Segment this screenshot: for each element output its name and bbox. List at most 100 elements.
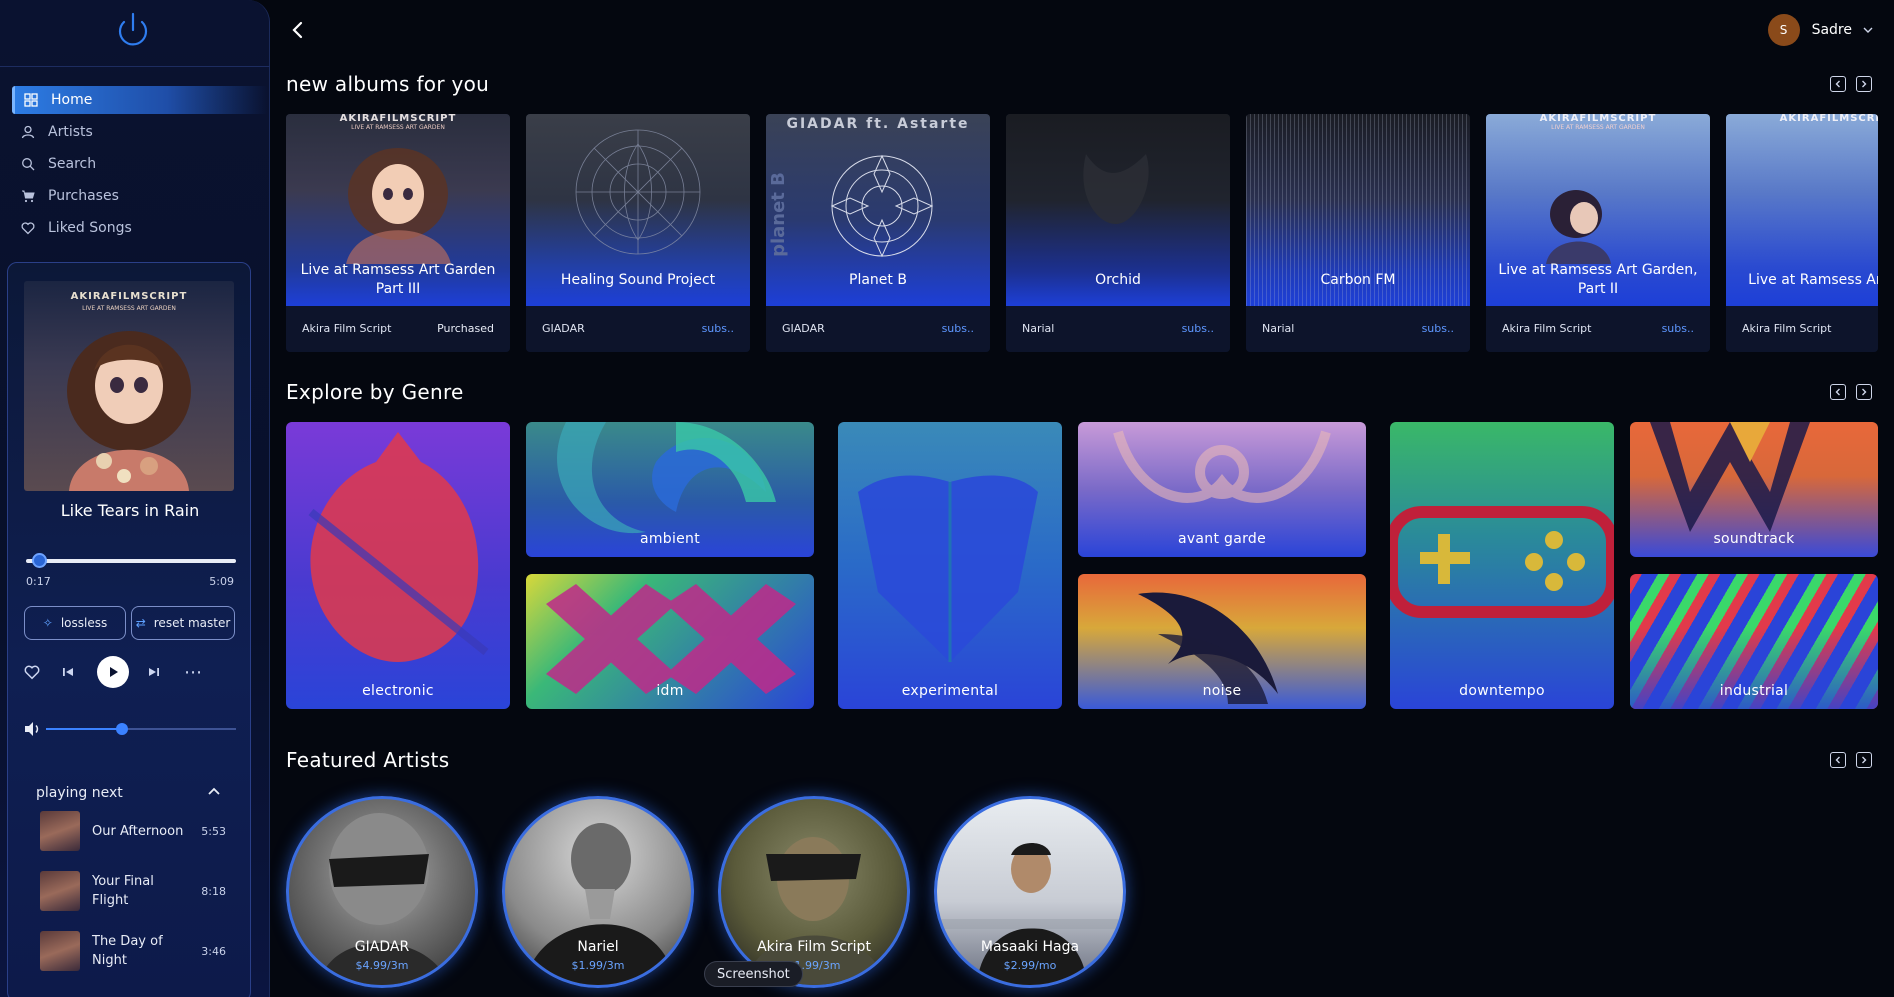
playback-controls: ⋯	[22, 656, 242, 688]
album-card[interactable]: Healing Sound Project GIADAR subs..	[526, 114, 750, 352]
more-options-button[interactable]: ⋯	[182, 656, 204, 688]
album-cover: GIADAR ft. Astarte planet B Planet B	[766, 114, 990, 306]
genre-label: experimental	[901, 683, 999, 699]
search-icon	[20, 156, 36, 172]
genre-card-idm[interactable]: idm	[526, 574, 814, 709]
album-card[interactable]: Carbon FM Narial subs..	[1246, 114, 1470, 352]
chevron-up-icon[interactable]	[206, 783, 222, 799]
artists-prev-button[interactable]	[1830, 752, 1846, 768]
queue-item[interactable]: Your Final Flight 8:18	[40, 871, 230, 913]
sidebar-item-label: Artists	[48, 124, 93, 140]
album-artist: Akira Film Script	[302, 322, 392, 335]
volume-handle[interactable]	[116, 723, 128, 735]
album-card[interactable]: AKIRAFILMSCRIPT Live at Ramsess Art Part…	[1726, 114, 1878, 352]
album-card[interactable]: Orchid Narial subs..	[1006, 114, 1230, 352]
album-card[interactable]: AKIRAFILMSCRIPT LIVE AT RAMSESS ART GARD…	[1486, 114, 1710, 352]
genre-card-electronic[interactable]: electronic	[286, 422, 510, 709]
genre-label: ambient	[639, 531, 701, 547]
artists-section-title: Featured Artists	[286, 748, 450, 772]
album-cover: Orchid	[1006, 114, 1230, 306]
play-icon	[110, 667, 118, 677]
grid-icon	[23, 92, 39, 108]
power-logo-icon[interactable]	[113, 10, 153, 50]
album-meta: GIADAR subs..	[526, 306, 750, 352]
album-meta: GIADAR subs..	[766, 306, 990, 352]
genre-label: noise	[1202, 683, 1242, 699]
artist-card[interactable]: Akira Film Script $1.99/3m	[718, 796, 910, 988]
queue-item[interactable]: The Day of Night 3:46	[40, 931, 230, 973]
volume-slider[interactable]	[46, 723, 236, 735]
album-title: Carbon FM	[1320, 271, 1396, 288]
album-badge[interactable]: subs..	[702, 322, 734, 335]
sidebar-item-search[interactable]: Search	[12, 150, 268, 178]
album-cover: Healing Sound Project	[526, 114, 750, 306]
genre-card-noise[interactable]: noise	[1078, 574, 1366, 709]
album-card[interactable]: GIADAR ft. Astarte planet B Planet B GIA…	[766, 114, 990, 352]
artist-card[interactable]: GIADAR $4.99/3m	[286, 796, 478, 988]
chevron-right-icon	[1862, 756, 1867, 764]
heart-icon	[24, 665, 40, 680]
seek-bar[interactable]	[26, 553, 236, 568]
artist-card[interactable]: Nariel $1.99/3m	[502, 796, 694, 988]
album-cover: AKIRAFILMSCRIPT LIVE AT RAMSESS ART GARD…	[286, 114, 510, 306]
albums-carousel-controls	[1830, 76, 1872, 94]
track-title: Like Tears in Rain	[60, 501, 200, 520]
artists-carousel-controls	[1830, 752, 1872, 770]
album-card[interactable]: AKIRAFILMSCRIPT LIVE AT RAMSESS ART GARD…	[286, 114, 510, 352]
next-button[interactable]	[144, 656, 164, 688]
sidebar-item-liked-songs[interactable]: Liked Songs	[12, 214, 268, 242]
chevron-right-icon	[1862, 388, 1867, 396]
artist-card[interactable]: Masaaki Haga $2.99/mo	[934, 796, 1126, 988]
queue-duration: 8:18	[201, 884, 226, 898]
genre-card-avant-garde[interactable]: avant garde	[1078, 422, 1366, 557]
album-title: Planet B	[849, 271, 907, 288]
queue-title: Your Final Flight	[92, 874, 154, 908]
album-title: Orchid	[1095, 271, 1141, 288]
album-meta: Akira Film Script subs..	[1486, 306, 1710, 352]
volume-icon[interactable]	[24, 721, 42, 737]
genres-section-title: Explore by Genre	[286, 380, 464, 404]
previous-button[interactable]	[58, 656, 78, 688]
albums-next-button[interactable]	[1856, 76, 1872, 92]
album-cover: Carbon FM	[1246, 114, 1470, 306]
genre-card-soundtrack[interactable]: soundtrack	[1630, 422, 1878, 557]
genre-label: industrial	[1719, 683, 1789, 699]
sidebar-item-label: Search	[48, 156, 97, 172]
genre-card-industrial[interactable]: industrial	[1630, 574, 1878, 709]
artist-price: $1.99/3m	[571, 959, 625, 972]
album-badge[interactable]: subs..	[1422, 322, 1454, 335]
genre-label: soundtrack	[1713, 531, 1795, 547]
album-meta: Narial subs..	[1246, 306, 1470, 352]
sidebar-item-purchases[interactable]: Purchases	[12, 182, 268, 210]
albums-prev-button[interactable]	[1830, 76, 1846, 92]
sidebar-item-home[interactable]: Home	[12, 86, 268, 114]
play-button[interactable]	[97, 656, 129, 688]
album-artist: Narial	[1022, 322, 1055, 335]
album-badge[interactable]: subs..	[1182, 322, 1214, 335]
skip-forward-icon	[149, 668, 159, 676]
album-badge[interactable]: subs..	[942, 322, 974, 335]
genres-prev-button[interactable]	[1830, 384, 1846, 400]
genre-card-experimental[interactable]: experimental	[838, 422, 1062, 709]
sidebar-item-artists[interactable]: Artists	[12, 118, 268, 146]
user-menu[interactable]: S Sadre	[1767, 14, 1874, 46]
queue-item[interactable]: Our Afternoon 5:53	[40, 811, 230, 853]
total-time: 5:09	[209, 575, 234, 588]
genre-label: avant garde	[1177, 531, 1267, 547]
album-badge[interactable]: subs..	[1662, 322, 1694, 335]
albums-section-title: new albums for you	[286, 72, 490, 96]
like-button[interactable]	[22, 656, 42, 688]
back-arrow-icon[interactable]	[288, 18, 308, 42]
genres-next-button[interactable]	[1856, 384, 1872, 400]
genre-card-ambient[interactable]: ambient	[526, 422, 814, 557]
genre-card-downtempo[interactable]: downtempo	[1390, 422, 1614, 709]
artists-next-button[interactable]	[1856, 752, 1872, 768]
sidebar-divider	[0, 66, 270, 67]
seek-handle[interactable]	[31, 553, 47, 568]
reset-master-button[interactable]: ⇄ reset master	[131, 606, 235, 640]
screenshot-tooltip: Screenshot	[704, 961, 803, 987]
lossless-label: lossless	[60, 616, 108, 630]
chevron-right-icon	[1862, 80, 1867, 88]
now-playing-panel: AKIRAFILMSCRIPT LIVE AT RAMSESS ART GARD…	[7, 262, 251, 997]
lossless-button[interactable]: ✧ lossless	[24, 606, 126, 640]
